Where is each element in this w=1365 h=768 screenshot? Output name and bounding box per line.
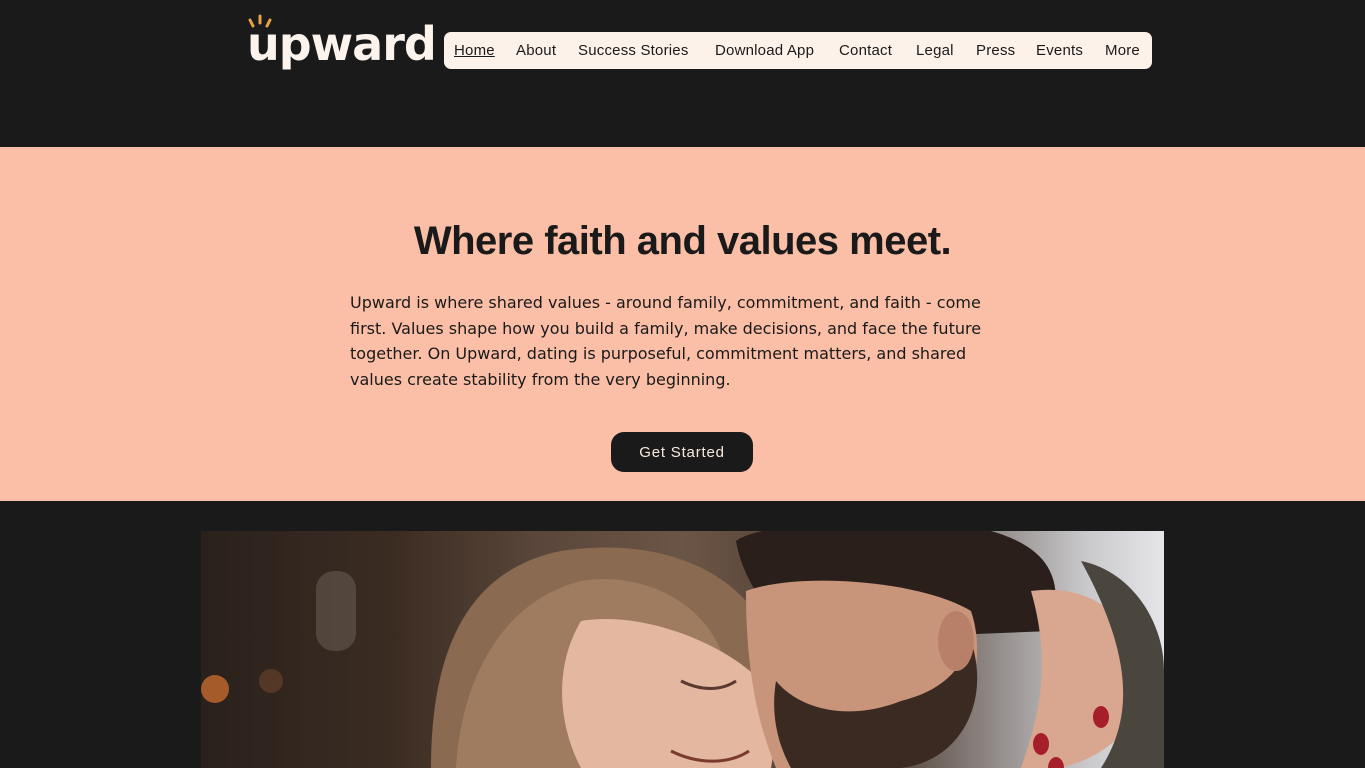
nav-item-contact[interactable]: Contact	[839, 42, 892, 59]
page: upward Home About Success Stories Downlo…	[0, 0, 1365, 768]
nav-item-success-stories[interactable]: Success Stories	[578, 42, 689, 59]
photo-illustration	[201, 531, 1164, 768]
site-header: upward Home About Success Stories Downlo…	[0, 0, 1365, 147]
nav-item-home[interactable]: Home	[454, 42, 495, 59]
nav-item-about[interactable]: About	[516, 42, 556, 59]
nav-item-download-app[interactable]: Download App	[715, 42, 814, 59]
photo-section	[0, 501, 1365, 768]
nav-item-legal[interactable]: Legal	[916, 42, 954, 59]
hero-section: Where faith and values meet. Upward is w…	[0, 147, 1365, 501]
main-nav: Home About Success Stories Download App …	[444, 32, 1152, 69]
hero-description: Upward is where shared values - around f…	[350, 293, 982, 389]
logo-text: upward	[247, 17, 437, 71]
couple-embracing-photo	[201, 531, 1164, 768]
hero-title: Where faith and values meet.	[413, 219, 952, 263]
get-started-button[interactable]: Get Started	[611, 432, 753, 472]
nav-item-more[interactable]: More	[1105, 42, 1140, 59]
nav-item-events[interactable]: Events	[1036, 42, 1083, 59]
logo[interactable]: upward	[247, 14, 437, 74]
nav-item-press[interactable]: Press	[976, 42, 1015, 59]
